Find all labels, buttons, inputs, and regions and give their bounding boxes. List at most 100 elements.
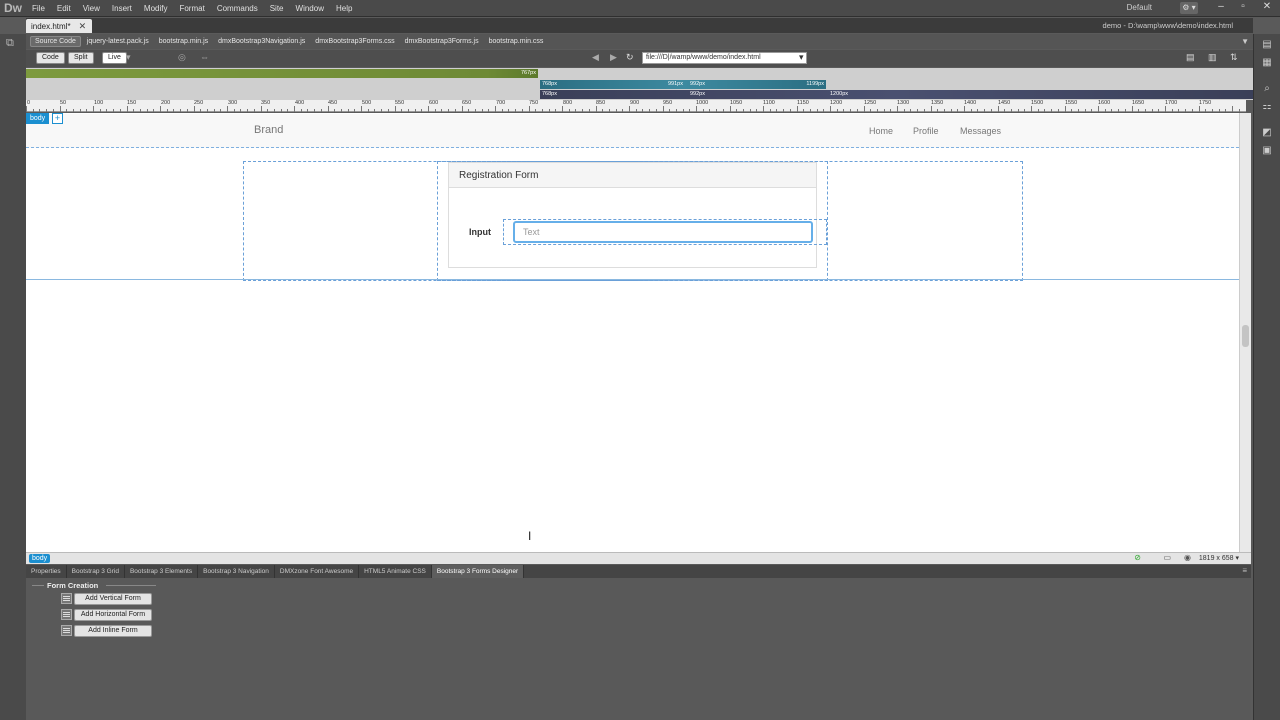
tab-bootstrap-navigation[interactable]: Bootstrap 3 Navigation <box>198 565 275 578</box>
menu-bar: Dw File Edit View Insert Modify Format C… <box>0 0 1280 17</box>
mq-label: 992px <box>690 81 705 87</box>
ruler-label: 1700 <box>1165 100 1178 106</box>
ruler-label: 350 <box>261 100 271 106</box>
window-size-readout[interactable]: 1819 x 658 ▾ <box>1199 554 1239 562</box>
window-size-icon[interactable]: ▭ <box>1163 553 1171 562</box>
page-options-icon[interactable]: ⇅ <box>1230 52 1238 63</box>
text-input[interactable]: Text <box>513 221 813 243</box>
css-icon[interactable]: ⚏ <box>1260 100 1274 113</box>
back-arrow-icon[interactable]: ◀ <box>592 52 599 63</box>
menu-modify[interactable]: Modify <box>138 4 174 13</box>
ruler-label: 200 <box>161 100 171 106</box>
address-input[interactable]: file:///D|/wamp/www/demo/index.html <box>642 52 807 64</box>
mq-label: 768px <box>542 91 557 97</box>
tab-forms-designer[interactable]: Bootstrap 3 Forms Designer <box>431 565 525 578</box>
ruler-label: 1600 <box>1098 100 1111 106</box>
forms-designer-panel: Form Creation Add Vertical Form Add Hori… <box>26 578 1251 720</box>
forward-arrow-icon[interactable]: ▶ <box>610 52 617 63</box>
visual-aids-icon[interactable]: ▥ <box>1208 52 1217 63</box>
ruler-label: 700 <box>496 100 506 106</box>
add-horizontal-form-button[interactable]: Add Horizontal Form <box>74 609 152 621</box>
globe-icon[interactable]: ◉ <box>1184 553 1191 562</box>
tag-selector-body[interactable]: body <box>29 554 51 563</box>
media-query-min-768[interactable]: 768px 992px 1200px <box>540 90 1253 99</box>
menu-view[interactable]: View <box>77 4 106 13</box>
add-class-icon[interactable]: + <box>52 113 63 124</box>
menu-help[interactable]: Help <box>330 4 358 13</box>
inline-form-icon <box>61 625 72 636</box>
media-query-768-1199[interactable]: 768px 991px 992px 1199px <box>540 80 826 89</box>
menu-edit[interactable]: Edit <box>51 4 77 13</box>
tab-animate-css[interactable]: HTML5 Animate CSS <box>359 565 432 578</box>
gear-icon[interactable]: ⚙ ▾ <box>1180 2 1198 14</box>
nav-link-home[interactable]: Home <box>869 126 893 136</box>
mq-label: 1199px <box>806 81 824 87</box>
live-options-icon[interactable]: ▾ <box>126 52 131 63</box>
menu-file[interactable]: File <box>26 4 51 13</box>
refresh-icon[interactable]: ↻ <box>626 52 634 63</box>
workspace-switcher[interactable]: Default <box>1127 3 1152 12</box>
related-file[interactable]: bootstrap.min.css <box>485 37 548 46</box>
tab-font-awesome[interactable]: DMXzone Font Awesome <box>275 565 360 578</box>
document-path: demo - D:\wamp\www\demo\index.html <box>1102 21 1233 30</box>
filter-icon[interactable]: ▼ <box>1241 37 1249 46</box>
chevron-down-icon[interactable]: ▾ <box>799 52 804 63</box>
search-icon[interactable]: ⌕ <box>1260 82 1274 95</box>
menu-site[interactable]: Site <box>264 4 290 13</box>
ruler-label: 500 <box>362 100 372 106</box>
related-file[interactable]: dmxBootstrap3Navigation.js <box>214 37 309 46</box>
tab-bootstrap-grid[interactable]: Bootstrap 3 Grid <box>67 565 125 578</box>
ruler-label: 1150 <box>797 100 809 106</box>
tab-close-icon[interactable]: ✕ <box>79 21 87 32</box>
menu-window[interactable]: Window <box>290 4 330 13</box>
insert-icon[interactable]: ▦ <box>1260 56 1274 69</box>
ruler-label: 600 <box>429 100 439 106</box>
restore-icon[interactable]: ▫ <box>1236 1 1250 12</box>
ruler-label: 800 <box>563 100 573 106</box>
dreamweaver-window: Dw File Edit View Insert Modify Format C… <box>0 0 1280 720</box>
ruler-label: 1250 <box>864 100 877 106</box>
body-tag-selector[interactable]: body <box>26 113 50 124</box>
menu-insert[interactable]: Insert <box>106 4 138 13</box>
vertical-scrollbar[interactable] <box>1239 113 1251 552</box>
design-view[interactable]: Brand Home Profile Messages body + Regis… <box>26 113 1239 552</box>
split-view-button[interactable]: Split <box>68 52 94 64</box>
ruler-label: 1350 <box>931 100 944 106</box>
related-file[interactable]: jquery-latest.pack.js <box>83 37 153 46</box>
text-cursor-icon: I <box>528 529 532 543</box>
live-view-button[interactable]: Live <box>102 52 127 64</box>
navbar[interactable]: Brand Home Profile Messages <box>26 114 1239 148</box>
related-file[interactable]: dmxBootstrap3Forms.css <box>311 37 398 46</box>
panel-menu-icon[interactable]: ≡ <box>1242 566 1247 575</box>
mq-label: 992px <box>690 91 705 97</box>
ruler-label: 1650 <box>1132 100 1145 106</box>
panel-icon[interactable]: ▤ <box>1260 38 1274 51</box>
panel-tab-bar: Properties Bootstrap 3 Grid Bootstrap 3 … <box>26 565 1251 578</box>
tab-bootstrap-elements[interactable]: Bootstrap 3 Elements <box>125 565 199 578</box>
code-view-button[interactable]: Code <box>36 52 65 64</box>
add-inline-form-button[interactable]: Add Inline Form <box>74 625 152 637</box>
layout-icon[interactable]: ▤ <box>1186 52 1195 63</box>
related-file-source[interactable]: Source Code <box>30 36 81 47</box>
related-file[interactable]: bootstrap.min.js <box>155 37 212 46</box>
minimize-icon[interactable]: – <box>1214 1 1228 12</box>
media-query-max-767[interactable]: 767px <box>26 69 538 78</box>
tab-properties[interactable]: Properties <box>26 565 67 578</box>
snippets-icon[interactable]: ▣ <box>1260 144 1274 157</box>
assets-icon[interactable]: ◩ <box>1260 126 1274 139</box>
close-icon[interactable]: ✕ <box>1260 1 1274 12</box>
form-panel[interactable]: Registration Form Input Text <box>448 162 827 268</box>
nav-link-profile[interactable]: Profile <box>913 126 939 136</box>
navbar-brand[interactable]: Brand <box>254 124 283 136</box>
document-tab[interactable]: index.html* ✕ <box>26 19 93 33</box>
menu-commands[interactable]: Commands <box>211 4 264 13</box>
add-vertical-form-button[interactable]: Add Vertical Form <box>74 593 152 605</box>
tools-icon[interactable]: ⧉ <box>6 37 14 50</box>
multiscreen-icon[interactable]: ⇔ <box>200 52 209 62</box>
related-file[interactable]: dmxBootstrap3Forms.js <box>401 37 483 46</box>
nav-link-messages[interactable]: Messages <box>960 126 1001 136</box>
scrollbar-thumb[interactable] <box>1242 325 1249 347</box>
menu-format[interactable]: Format <box>173 4 210 13</box>
ruler-label: 1750 <box>1199 100 1212 106</box>
inspect-icon[interactable]: ◎ <box>178 52 186 63</box>
